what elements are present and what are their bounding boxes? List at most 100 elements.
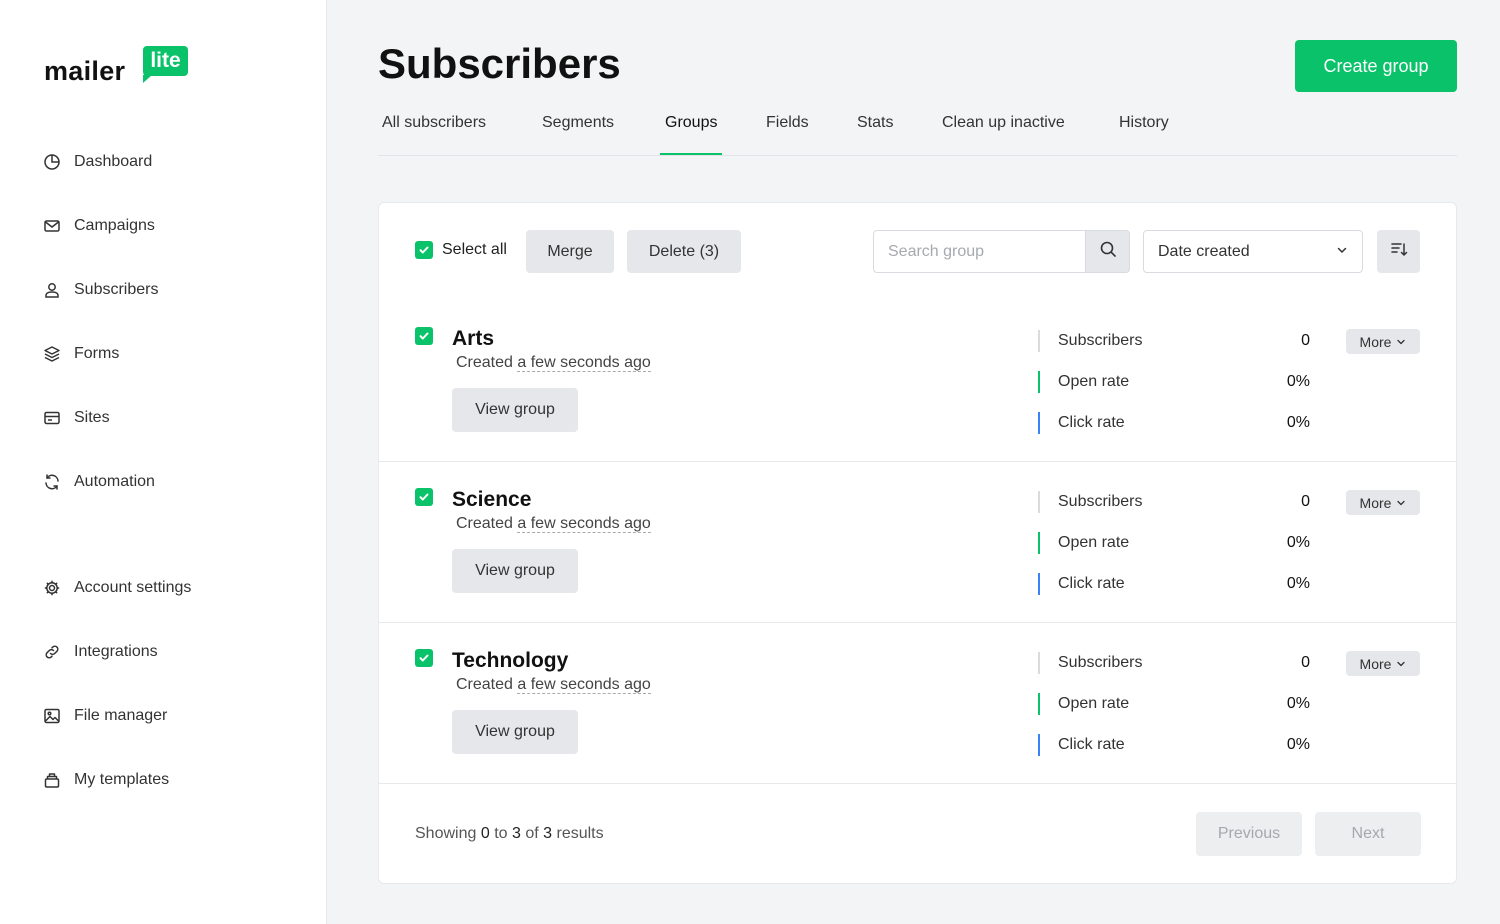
logo-badge: lite [143, 46, 188, 83]
view-group-button[interactable]: View group [452, 710, 578, 754]
group-row: Science Created a few seconds ago View g… [379, 462, 1456, 623]
stat-subscribers: Subscribers 0 [1038, 651, 1310, 675]
group-name[interactable]: Technology [452, 649, 568, 673]
created-prefix: Created [456, 515, 513, 532]
more-button[interactable]: More [1346, 329, 1420, 354]
sidebar: mailer lite Dashboard Campaigns Subscrib… [0, 0, 327, 924]
stat-click-rate: Click rate 0% [1038, 572, 1310, 596]
stat-label: Open rate [1058, 373, 1130, 390]
tab-segments[interactable]: Segments [538, 104, 618, 155]
search-icon [1099, 240, 1117, 263]
stat-bar [1038, 371, 1040, 393]
tab-fields[interactable]: Fields [762, 104, 813, 155]
chevron-down-icon [1396, 495, 1406, 511]
group-checkbox[interactable] [415, 327, 433, 345]
created-ago: a few seconds ago [517, 676, 651, 694]
stat-label: Subscribers [1058, 332, 1143, 349]
sidebar-item-campaigns[interactable]: Campaigns [42, 214, 155, 238]
logo-word: mailer [44, 56, 126, 86]
more-button[interactable]: More [1346, 490, 1420, 515]
stat-label: Click rate [1058, 736, 1125, 753]
sidebar-item-my-templates[interactable]: My templates [42, 768, 169, 792]
created-ago: a few seconds ago [517, 515, 651, 533]
sort-by-select[interactable]: Date created [1143, 230, 1363, 273]
sidebar-item-automation[interactable]: Automation [42, 470, 155, 494]
stat-value: 0 [1301, 654, 1310, 671]
stat-label: Open rate [1058, 534, 1130, 551]
more-label: More [1359, 655, 1392, 672]
gear-icon [42, 578, 62, 598]
sidebar-item-account-settings[interactable]: Account settings [42, 576, 191, 600]
view-group-button[interactable]: View group [452, 388, 578, 432]
chevron-down-icon [1396, 334, 1406, 350]
stat-bar [1038, 491, 1040, 513]
browser-icon [42, 408, 62, 428]
stat-value: 0% [1286, 414, 1310, 431]
group-name[interactable]: Science [452, 488, 531, 512]
stat-bar [1038, 573, 1040, 595]
refresh-icon [42, 472, 62, 492]
tab-all-subscribers[interactable]: All subscribers [378, 104, 490, 155]
previous-page-button[interactable]: Previous [1196, 812, 1302, 856]
stat-subscribers: Subscribers 0 [1038, 329, 1310, 353]
sidebar-item-dashboard[interactable]: Dashboard [42, 150, 152, 174]
next-page-button[interactable]: Next [1315, 812, 1421, 856]
create-group-button[interactable]: Create group [1295, 40, 1457, 92]
sidebar-item-label: Automation [74, 473, 155, 490]
created-prefix: Created [456, 676, 513, 693]
user-icon [42, 280, 62, 300]
group-row: Technology Created a few seconds ago Vie… [379, 623, 1456, 784]
group-checkbox[interactable] [415, 488, 433, 506]
stat-value: 0% [1286, 575, 1310, 592]
stat-bar [1038, 412, 1040, 434]
stat-open-rate: Open rate 0% [1038, 531, 1310, 555]
tab-history[interactable]: History [1115, 104, 1173, 155]
sidebar-item-file-manager[interactable]: File manager [42, 704, 167, 728]
merge-button[interactable]: Merge [526, 230, 614, 273]
sidebar-item-label: Subscribers [74, 281, 159, 298]
sort-by-value: Date created [1158, 242, 1250, 260]
group-checkbox[interactable] [415, 649, 433, 667]
to-label: to [494, 825, 508, 842]
select-all-label: Select all [442, 241, 507, 258]
tab-clean-up-inactive[interactable]: Clean up inactive [938, 104, 1069, 155]
stat-bar [1038, 734, 1040, 756]
pagination-info: Showing 0 to 3 of 3 results [415, 825, 604, 843]
stat-open-rate: Open rate 0% [1038, 692, 1310, 716]
stat-value: 0% [1286, 373, 1310, 390]
more-button[interactable]: More [1346, 651, 1420, 676]
tab-groups[interactable]: Groups [660, 104, 723, 155]
select-all[interactable]: Select all [415, 241, 507, 259]
sort-order-button[interactable] [1377, 230, 1420, 273]
sidebar-item-integrations[interactable]: Integrations [42, 640, 158, 664]
stat-label: Click rate [1058, 575, 1125, 592]
main-content: Subscribers Create group All subscribers… [328, 0, 1500, 924]
tab-stats[interactable]: Stats [853, 104, 897, 155]
sidebar-item-label: Account settings [74, 579, 192, 596]
sidebar-item-subscribers[interactable]: Subscribers [42, 278, 158, 302]
sidebar-item-forms[interactable]: Forms [42, 342, 119, 366]
group-created: Created a few seconds ago [456, 354, 651, 372]
sidebar-item-sites[interactable]: Sites [42, 406, 110, 430]
pie-chart-icon [42, 152, 62, 172]
search-button[interactable] [1086, 230, 1130, 273]
range-to: 3 [511, 825, 521, 842]
search-group-input[interactable] [873, 230, 1086, 273]
stat-label: Open rate [1058, 695, 1130, 712]
stat-bar [1038, 330, 1040, 352]
groups-card: Select all Merge Delete (3) Date created [378, 202, 1457, 884]
delete-button[interactable]: Delete (3) [627, 230, 741, 273]
select-all-checkbox[interactable] [415, 241, 433, 259]
results-label: results [556, 825, 604, 842]
stat-value: 0% [1286, 736, 1310, 753]
sidebar-item-label: Campaigns [74, 217, 155, 234]
group-name[interactable]: Arts [452, 327, 494, 351]
chevron-down-icon [1336, 243, 1348, 261]
view-group-button[interactable]: View group [452, 549, 578, 593]
of-label: of [525, 825, 539, 842]
stat-value: 0% [1286, 695, 1310, 712]
page-title: Subscribers [378, 40, 621, 87]
total-count: 3 [543, 825, 553, 842]
stat-open-rate: Open rate 0% [1038, 370, 1310, 394]
image-icon [42, 706, 62, 726]
